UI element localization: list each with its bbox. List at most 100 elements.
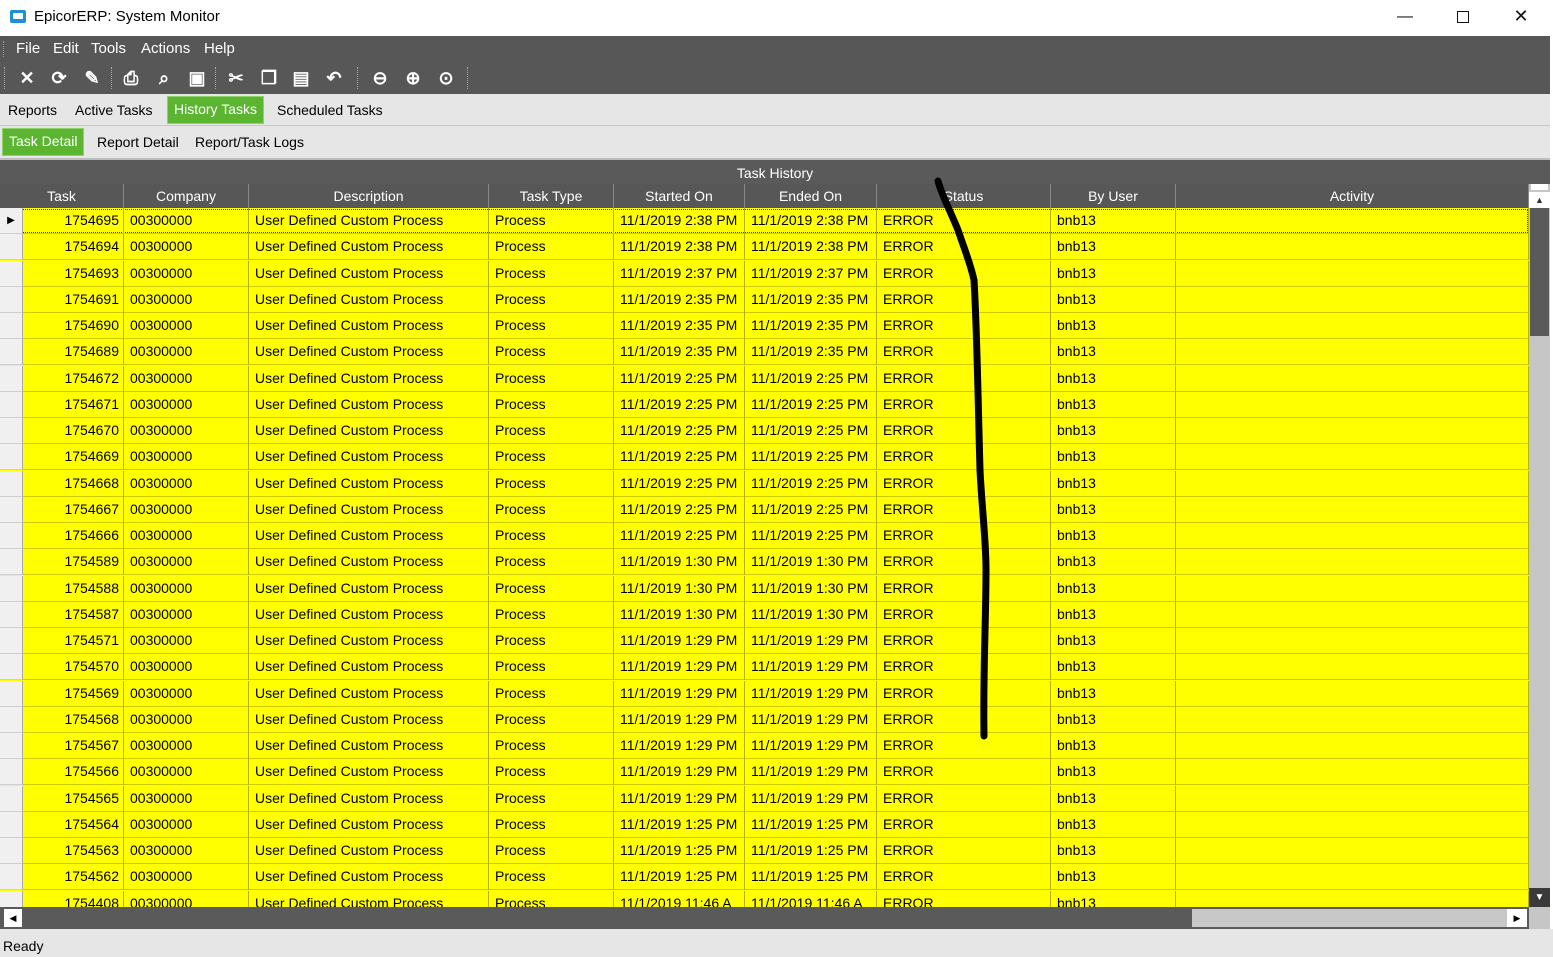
maximize-button[interactable] <box>1434 0 1492 35</box>
cell-activity[interactable] <box>1176 418 1529 444</box>
table-row[interactable]: 1754567 00300000 User Defined Custom Proce… <box>0 733 1529 759</box>
cell-task-type[interactable]: Process <box>489 444 614 471</box>
cell-task[interactable]: 1754588 <box>23 575 124 602</box>
cell-by-user[interactable]: bnb13 <box>1051 208 1176 234</box>
cell-activity[interactable] <box>1176 733 1529 759</box>
cell-task-type[interactable]: Process <box>489 759 614 786</box>
cell-description[interactable]: User Defined Custom Process <box>249 470 489 497</box>
table-row[interactable]: 1754570 00300000 User Defined Custom Proce… <box>0 654 1529 681</box>
cell-by-user[interactable]: bnb13 <box>1051 575 1176 602</box>
cell-started-on[interactable]: 11/1/2019 1:29 PM <box>614 706 745 733</box>
table-row[interactable]: 1754562 00300000 User Defined Custom Proce… <box>0 864 1529 891</box>
cell-description[interactable]: User Defined Custom Process <box>249 811 489 838</box>
cell-task[interactable]: 1754666 <box>23 523 124 549</box>
cell-status[interactable]: ERROR <box>877 628 1051 654</box>
cell-description[interactable]: User Defined Custom Process <box>249 260 489 287</box>
cell-ended-on[interactable]: 11/1/2019 11:46 A <box>745 890 877 907</box>
cell-company[interactable]: 00300000 <box>124 339 249 366</box>
cell-activity[interactable] <box>1176 759 1529 786</box>
cell-started-on[interactable]: 11/1/2019 1:25 PM <box>614 838 745 864</box>
cell-ended-on[interactable]: 11/1/2019 2:25 PM <box>745 496 877 523</box>
menu-grip-handle[interactable] <box>3 41 6 57</box>
cell-task-type[interactable]: Process <box>489 313 614 339</box>
back-icon[interactable]: ⊖ <box>368 66 392 90</box>
table-row[interactable]: 1754668 00300000 User Defined Custom Proce… <box>0 470 1529 497</box>
tab-task-detail[interactable]: Task Detail <box>2 128 85 156</box>
table-row[interactable]: 1754669 00300000 User Defined Custom Proce… <box>0 444 1529 471</box>
row-selector[interactable] <box>0 654 23 681</box>
cell-status[interactable]: ERROR <box>877 208 1051 234</box>
cell-status[interactable]: ERROR <box>877 890 1051 907</box>
cell-description[interactable]: User Defined Custom Process <box>249 286 489 313</box>
cell-description[interactable]: User Defined Custom Process <box>249 601 489 628</box>
horizontal-scroll-thumb[interactable] <box>1192 909 1507 927</box>
table-row[interactable]: 1754408 00300000 User Defined Custom Proce… <box>0 890 1529 907</box>
cell-activity[interactable] <box>1176 391 1529 418</box>
cell-company[interactable]: 00300000 <box>124 654 249 681</box>
cell-task[interactable]: 1754667 <box>23 496 124 523</box>
cell-status[interactable]: ERROR <box>877 286 1051 313</box>
column-header-task[interactable]: Task <box>0 184 124 208</box>
cell-company[interactable]: 00300000 <box>124 680 249 707</box>
table-row[interactable]: 1754569 00300000 User Defined Custom Proce… <box>0 680 1529 707</box>
cell-activity[interactable] <box>1176 286 1529 313</box>
column-header-started-on[interactable]: Started On <box>614 184 745 208</box>
cell-started-on[interactable]: 11/1/2019 1:29 PM <box>614 628 745 654</box>
table-row[interactable]: 1754689 00300000 User Defined Custom Proce… <box>0 339 1529 366</box>
cell-task[interactable]: 1754562 <box>23 864 124 891</box>
cell-started-on[interactable]: 11/1/2019 2:25 PM <box>614 523 745 549</box>
cell-task[interactable]: 1754693 <box>23 260 124 287</box>
cell-status[interactable]: ERROR <box>877 680 1051 707</box>
cell-task-type[interactable]: Process <box>489 470 614 497</box>
cell-task[interactable]: 1754671 <box>23 391 124 418</box>
cell-company[interactable]: 00300000 <box>124 208 249 234</box>
cell-status[interactable]: ERROR <box>877 391 1051 418</box>
cell-started-on[interactable]: 11/1/2019 1:30 PM <box>614 601 745 628</box>
refresh-icon[interactable]: ⟳ <box>47 66 71 90</box>
cell-ended-on[interactable]: 11/1/2019 1:29 PM <box>745 654 877 681</box>
row-selector[interactable] <box>0 496 23 523</box>
table-row[interactable]: 1754691 00300000 User Defined Custom Proce… <box>0 286 1529 313</box>
table-row[interactable]: 1754589 00300000 User Defined Custom Proce… <box>0 549 1529 576</box>
cell-company[interactable]: 00300000 <box>124 811 249 838</box>
cell-by-user[interactable]: bnb13 <box>1051 286 1176 313</box>
cell-status[interactable]: ERROR <box>877 733 1051 759</box>
cell-company[interactable]: 00300000 <box>124 575 249 602</box>
cell-task-type[interactable]: Process <box>489 234 614 261</box>
cell-task-type[interactable]: Process <box>489 286 614 313</box>
table-row[interactable]: 1754564 00300000 User Defined Custom Proce… <box>0 811 1529 838</box>
cell-activity[interactable] <box>1176 313 1529 339</box>
cell-ended-on[interactable]: 11/1/2019 2:37 PM <box>745 260 877 287</box>
row-selector[interactable] <box>0 549 23 576</box>
cell-activity[interactable] <box>1176 549 1529 576</box>
cell-status[interactable]: ERROR <box>877 260 1051 287</box>
cell-company[interactable]: 00300000 <box>124 733 249 759</box>
cell-company[interactable]: 00300000 <box>124 391 249 418</box>
cell-ended-on[interactable]: 11/1/2019 1:25 PM <box>745 811 877 838</box>
row-selector[interactable] <box>0 680 23 707</box>
row-selector[interactable] <box>0 759 23 786</box>
cell-description[interactable]: User Defined Custom Process <box>249 365 489 392</box>
cell-by-user[interactable]: bnb13 <box>1051 470 1176 497</box>
row-selector[interactable] <box>0 234 23 261</box>
cell-company[interactable]: 00300000 <box>124 470 249 497</box>
row-selector[interactable] <box>0 365 23 392</box>
row-selector[interactable] <box>0 339 23 366</box>
cell-activity[interactable] <box>1176 444 1529 471</box>
cell-by-user[interactable]: bnb13 <box>1051 523 1176 549</box>
row-selector[interactable] <box>0 313 23 339</box>
cell-ended-on[interactable]: 11/1/2019 1:29 PM <box>745 680 877 707</box>
cell-started-on[interactable]: 11/1/2019 1:30 PM <box>614 575 745 602</box>
menu-file[interactable]: File <box>16 40 40 57</box>
cell-company[interactable]: 00300000 <box>124 759 249 786</box>
close-button[interactable]: ✕ <box>1492 0 1550 35</box>
cell-ended-on[interactable]: 11/1/2019 2:38 PM <box>745 234 877 261</box>
cell-started-on[interactable]: 11/1/2019 2:37 PM <box>614 260 745 287</box>
cell-company[interactable]: 00300000 <box>124 838 249 864</box>
table-row[interactable]: 1754587 00300000 User Defined Custom Proce… <box>0 601 1529 628</box>
cell-status[interactable]: ERROR <box>877 838 1051 864</box>
table-row[interactable]: ▶ 1754695 00300000 User Defined Custom Proc… <box>0 208 1529 234</box>
cell-company[interactable]: 00300000 <box>124 549 249 576</box>
cell-ended-on[interactable]: 11/1/2019 2:25 PM <box>745 418 877 444</box>
cell-task[interactable]: 1754569 <box>23 680 124 707</box>
